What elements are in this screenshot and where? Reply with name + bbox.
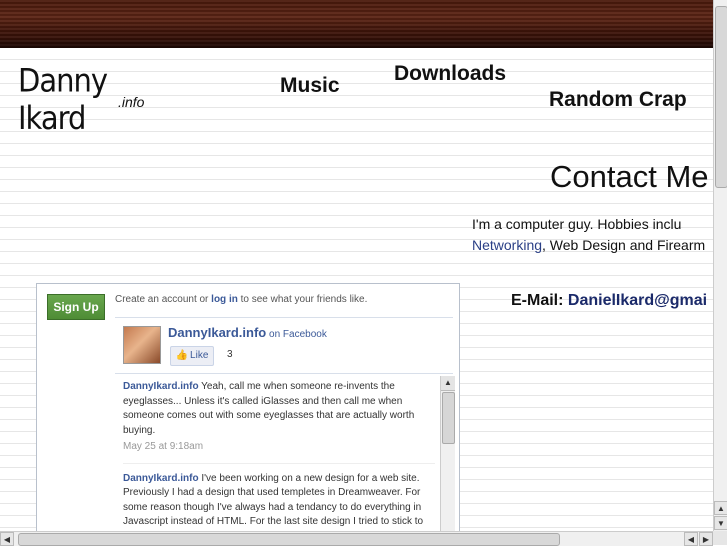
fb-post: DannyIkard.info Yeah, call me when someo… — [123, 380, 435, 455]
horizontal-scroll-thumb[interactable] — [18, 533, 560, 546]
fb-page-avatar[interactable] — [123, 326, 161, 364]
horizontal-scrollbar[interactable]: ◀ ◀ ▶ — [0, 531, 713, 546]
fb-post-author[interactable]: DannyIkard.info — [123, 473, 199, 484]
fb-signup-button[interactable]: Sign Up — [47, 294, 105, 320]
scroll-right-arrow-icon[interactable]: ▶ — [699, 532, 713, 546]
fb-post: DannyIkard.info I've been working on a n… — [123, 472, 435, 530]
intro-line-2-rest: , Web Design and Firearm — [542, 237, 706, 253]
fb-post-divider — [123, 462, 435, 464]
fb-post-body: DannyIkard.info Yeah, call me when someo… — [123, 380, 435, 438]
fb-post-body: DannyIkard.info I've been working on a n… — [123, 472, 435, 530]
intro-text: I'm a computer guy. Hobbies inclu Networ… — [472, 214, 705, 256]
fb-create-prefix: Create an account or — [115, 294, 212, 305]
fb-on-facebook-link[interactable]: on Facebook — [266, 329, 327, 340]
intro-line-1: I'm a computer guy. Hobbies inclu — [472, 216, 682, 232]
wood-header-banner — [0, 0, 713, 48]
scroll-left-arrow-icon[interactable]: ◀ — [0, 532, 14, 546]
fb-page-title: DannyIkard.info on Facebook — [168, 325, 327, 340]
fb-page-name-link[interactable]: DannyIkard.info — [168, 325, 266, 340]
fb-like-label: Like — [190, 350, 209, 361]
nav-downloads-link[interactable]: Downloads — [394, 62, 506, 86]
scroll-left-arrow-icon[interactable]: ◀ — [684, 532, 698, 546]
networking-link[interactable]: Networking — [472, 237, 542, 253]
fb-scroll-thumb[interactable] — [442, 392, 455, 444]
fb-post-stream[interactable]: DannyIkard.info Yeah, call me when someo… — [117, 380, 435, 531]
fb-post-author[interactable]: DannyIkard.info — [123, 381, 199, 392]
fb-login-link[interactable]: log in — [211, 294, 238, 305]
email-line: E-Mail: DanielIkard@gmai — [511, 292, 707, 310]
fb-like-button[interactable]: 👍 Like — [170, 346, 214, 366]
fb-create-account-text: Create an account or log in to see what … — [115, 294, 367, 305]
fb-divider-2 — [115, 373, 453, 374]
scroll-down-arrow-icon[interactable]: ▼ — [714, 516, 727, 530]
fb-stream-scrollbar[interactable]: ▲ — [440, 376, 455, 531]
site-logo[interactable]: Danny Ikard .info — [18, 62, 158, 137]
nav-random-crap-link[interactable]: Random Crap — [549, 88, 687, 112]
nav-music-link[interactable]: Music — [280, 74, 340, 98]
thumbs-up-icon: 👍 — [175, 350, 189, 361]
email-address-link[interactable]: DanielIkard@gmai — [568, 292, 707, 309]
scroll-up-arrow-icon[interactable]: ▲ — [714, 501, 727, 515]
fb-divider — [115, 317, 453, 318]
fb-post-time[interactable]: May 25 at 9:18am — [123, 440, 435, 455]
intro-line-2: Networking, Web Design and Firearm — [472, 235, 705, 256]
vertical-scroll-thumb[interactable] — [715, 6, 727, 188]
fb-create-suffix: to see what your friends like. — [237, 294, 368, 305]
logo-sub-text: .info — [118, 94, 145, 110]
vertical-scrollbar[interactable]: ▲ ▼ — [713, 0, 727, 531]
scroll-up-arrow-icon[interactable]: ▲ — [441, 376, 455, 391]
email-label: E-Mail: — [511, 292, 568, 309]
fb-like-count: 3 — [227, 349, 233, 360]
facebook-like-box: Sign Up Create an account or log in to s… — [36, 283, 460, 531]
scrollbar-corner — [713, 531, 727, 545]
contact-heading: Contact Me — [550, 159, 709, 194]
page-viewport: Danny Ikard .info Music Downloads Random… — [0, 0, 713, 531]
